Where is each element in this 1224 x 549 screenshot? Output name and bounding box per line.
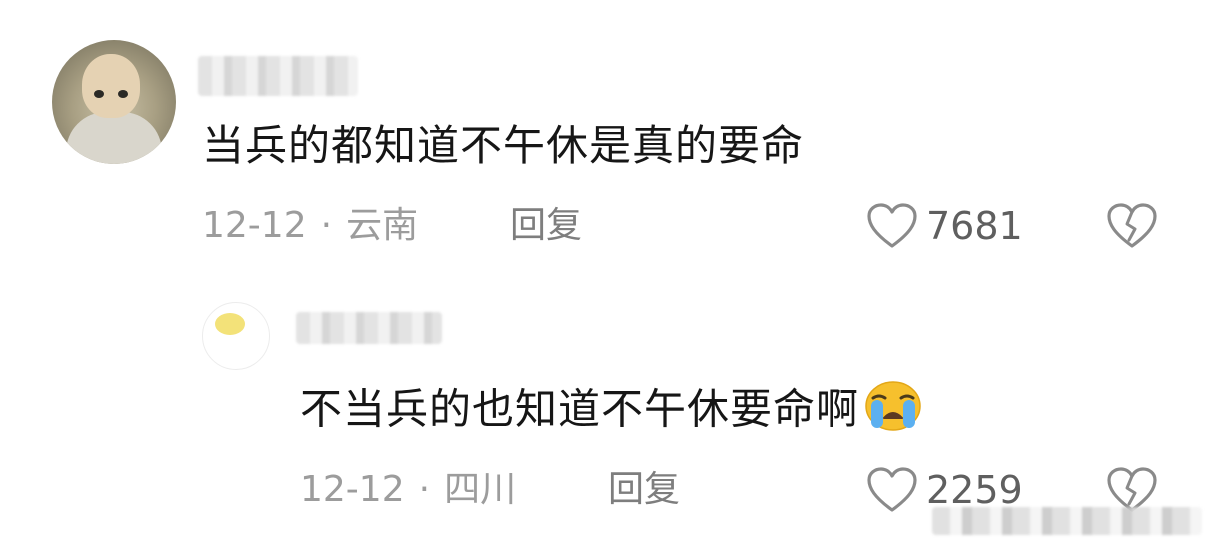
blurred-username[interactable] (296, 312, 442, 344)
avatar[interactable] (52, 40, 176, 164)
crying-face-emoji-icon (863, 378, 923, 446)
comment-meta: 12-12 · 四川 (300, 466, 516, 514)
comment-location: 云南 (346, 205, 419, 246)
avatar-body (66, 112, 162, 164)
comment-text: 不当兵的也知道不午休要命啊 (300, 378, 923, 446)
comment-location: 四川 (444, 469, 517, 510)
like-button[interactable]: 7681 (866, 200, 1023, 252)
reply-button[interactable]: 回复 (510, 202, 582, 250)
comment-text-content: 不当兵的也知道不午休要命啊 (300, 384, 860, 434)
dislike-button[interactable] (1106, 202, 1158, 254)
like-count: 2259 (926, 468, 1023, 512)
reply-button[interactable]: 回复 (608, 466, 680, 514)
comment-date: 12-12 (300, 469, 405, 510)
like-count: 7681 (926, 204, 1023, 248)
sticker-blob (215, 313, 245, 335)
comment-1: 当兵的都知道不午休是真的要命 12-12 · 云南 回复 7681 (0, 0, 1224, 270)
meta-separator: · (320, 205, 333, 246)
avatar[interactable] (202, 302, 270, 370)
meta-separator: · (418, 469, 431, 510)
avatar-eye (118, 90, 128, 98)
comment-text: 当兵的都知道不午休是真的要命 (202, 121, 805, 170)
comment-date: 12-12 (202, 205, 307, 246)
heart-icon (867, 203, 917, 248)
comment-meta: 12-12 · 云南 (202, 202, 418, 250)
broken-heart-icon (1107, 203, 1157, 248)
avatar-eye (94, 90, 104, 98)
blurred-watermark (932, 507, 1202, 535)
blurred-username[interactable] (198, 56, 358, 96)
avatar-face (82, 54, 140, 118)
heart-icon (867, 467, 917, 512)
